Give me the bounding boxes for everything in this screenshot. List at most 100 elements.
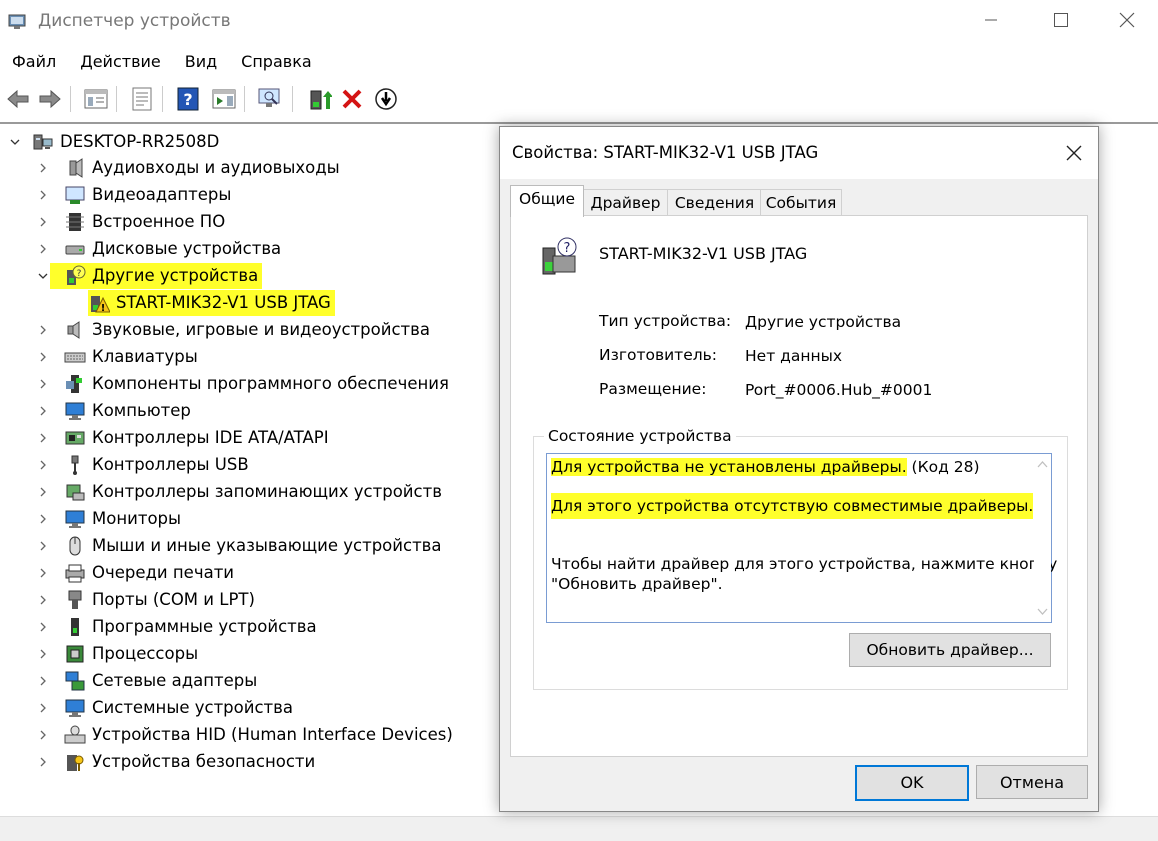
minimize-icon bbox=[985, 19, 997, 21]
chevron-down-icon[interactable] bbox=[8, 135, 22, 149]
device-status-textbox[interactable]: Для устройства не установлены драйверы. … bbox=[546, 453, 1057, 623]
tree-item-label: Контроллеры IDE ATA/ATAPI bbox=[92, 428, 329, 447]
tree-item[interactable]: Процессоры bbox=[36, 640, 198, 667]
tree-item[interactable]: Системные устройства bbox=[36, 694, 293, 721]
manufacturer-label: Изготовитель: bbox=[599, 346, 718, 364]
tree-item[interactable]: Устройства безопасности bbox=[36, 748, 315, 775]
tree-item-label: Видеоадаптеры bbox=[92, 185, 232, 204]
chevron-right-icon[interactable] bbox=[36, 512, 50, 526]
status-line-2: Для этого устройства отсутствую совмести… bbox=[551, 493, 1034, 519]
chevron-right-icon[interactable] bbox=[36, 701, 50, 715]
tree-item-highlight: ! START-MIK32-V1 USB JTAG bbox=[88, 289, 335, 316]
tree-item[interactable]: ! START-MIK32-V1 USB JTAG bbox=[64, 289, 335, 316]
device-status-group: Состояние устройства Для устройства не у… bbox=[533, 427, 1068, 690]
tree-item[interactable]: Мыши и иные указывающие устройства bbox=[36, 532, 442, 559]
display-adapter-icon bbox=[64, 184, 86, 206]
menu-action[interactable]: Действие bbox=[68, 48, 173, 76]
hid-icon bbox=[64, 724, 86, 746]
chevron-right-icon[interactable] bbox=[36, 566, 50, 580]
close-button[interactable] bbox=[1096, 0, 1158, 40]
ok-button[interactable]: OK bbox=[855, 765, 969, 801]
ide-controller-icon bbox=[64, 427, 86, 449]
tree-item[interactable]: Аудиовходы и аудиовыходы bbox=[36, 154, 340, 181]
cancel-button[interactable]: Отмена bbox=[976, 765, 1088, 799]
tab-events[interactable]: События bbox=[760, 189, 842, 216]
ports-icon bbox=[64, 589, 86, 611]
device-status-legend: Состояние устройства bbox=[544, 427, 736, 445]
tree-item[interactable]: Контроллеры USB bbox=[36, 451, 249, 478]
update-driver-button[interactable] bbox=[306, 85, 334, 113]
chevron-right-icon[interactable] bbox=[36, 323, 50, 337]
disable-icon bbox=[375, 88, 397, 110]
chevron-right-icon[interactable] bbox=[36, 377, 50, 391]
tree-item[interactable]: Компьютер bbox=[36, 397, 191, 424]
sound-icon bbox=[64, 319, 86, 341]
chevron-right-icon[interactable] bbox=[36, 215, 50, 229]
device-manager-icon bbox=[8, 14, 26, 29]
tab-general[interactable]: Общие bbox=[510, 185, 584, 217]
dialog-title-bar: Свойства: START-MIK32-V1 USB JTAG bbox=[500, 127, 1098, 179]
maximize-icon bbox=[1054, 13, 1068, 27]
processor-icon bbox=[64, 643, 86, 665]
chevron-right-icon[interactable] bbox=[36, 620, 50, 634]
chevron-right-icon[interactable] bbox=[36, 485, 50, 499]
tree-item[interactable]: Дисковые устройства bbox=[36, 235, 281, 262]
tab-driver[interactable]: Драйвер bbox=[582, 189, 669, 216]
tree-item[interactable]: ? Другие устройства bbox=[36, 262, 263, 289]
forward-button[interactable] bbox=[36, 85, 64, 113]
help-button[interactable]: ? bbox=[174, 85, 202, 113]
show-hide-tree-button[interactable] bbox=[82, 85, 110, 113]
tree-root[interactable]: DESKTOP-RR2508D bbox=[8, 128, 219, 155]
tree-item-label: Системные устройства bbox=[92, 698, 293, 717]
tree-item[interactable]: Клавиатуры bbox=[36, 343, 198, 370]
chevron-right-icon[interactable] bbox=[36, 728, 50, 742]
tree-item[interactable]: Встроенное ПО bbox=[36, 208, 225, 235]
tree-item[interactable]: Очереди печати bbox=[36, 559, 234, 586]
tab-details[interactable]: Сведения bbox=[667, 189, 762, 216]
chevron-right-icon[interactable] bbox=[36, 242, 50, 256]
update-driver-button[interactable]: Обновить драйвер... bbox=[849, 633, 1051, 667]
action-pane-button[interactable] bbox=[210, 85, 238, 113]
storage-controller-icon bbox=[64, 481, 86, 503]
svg-text:?: ? bbox=[183, 90, 192, 109]
chevron-right-icon[interactable] bbox=[36, 674, 50, 688]
chevron-down-icon[interactable] bbox=[36, 269, 50, 283]
status-scrollbar[interactable] bbox=[1034, 454, 1051, 622]
dialog-close-button[interactable] bbox=[1058, 137, 1090, 169]
chevron-right-icon[interactable] bbox=[36, 539, 50, 553]
tree-item[interactable]: Видеоадаптеры bbox=[36, 181, 231, 208]
close-icon bbox=[1066, 145, 1082, 161]
menu-view[interactable]: Вид bbox=[173, 48, 229, 76]
tree-item[interactable]: Звуковые, игровые и видеоустройства bbox=[36, 316, 430, 343]
menu-file[interactable]: Файл bbox=[0, 48, 68, 76]
scan-hardware-button[interactable] bbox=[256, 85, 284, 113]
chevron-right-icon[interactable] bbox=[36, 404, 50, 418]
tree-item[interactable]: Программные устройства bbox=[36, 613, 317, 640]
status-bar bbox=[0, 816, 1158, 841]
chevron-right-icon[interactable] bbox=[36, 458, 50, 472]
tree-item[interactable]: Порты (COM и LPT) bbox=[36, 586, 255, 613]
maximize-button[interactable] bbox=[1030, 0, 1092, 40]
tree-item[interactable]: Мониторы bbox=[36, 505, 181, 532]
status-line-3: Чтобы найти драйвер для этого устройства… bbox=[551, 555, 1058, 573]
minimize-button[interactable] bbox=[960, 0, 1022, 40]
chevron-right-icon[interactable] bbox=[36, 161, 50, 175]
disable-button[interactable] bbox=[372, 85, 400, 113]
chevron-right-icon[interactable] bbox=[36, 647, 50, 661]
chevron-right-icon[interactable] bbox=[36, 188, 50, 202]
chevron-right-icon[interactable] bbox=[36, 593, 50, 607]
uninstall-button[interactable] bbox=[338, 85, 366, 113]
chevron-right-icon[interactable] bbox=[36, 755, 50, 769]
tree-item[interactable]: Контроллеры IDE ATA/ATAPI bbox=[36, 424, 329, 451]
tree-item[interactable]: Компоненты программного обеспечения bbox=[36, 370, 449, 397]
properties-button[interactable] bbox=[128, 85, 156, 113]
chevron-right-icon[interactable] bbox=[36, 431, 50, 445]
back-button[interactable] bbox=[4, 85, 32, 113]
tree-item[interactable]: Контроллеры запоминающих устройств bbox=[36, 478, 442, 505]
tree-item[interactable]: Сетевые адаптеры bbox=[36, 667, 257, 694]
tree-item[interactable]: Устройства HID (Human Interface Devices) bbox=[36, 721, 453, 748]
chevron-right-icon[interactable] bbox=[36, 350, 50, 364]
menu-help[interactable]: Справка bbox=[229, 48, 324, 76]
scroll-down-icon[interactable] bbox=[1034, 603, 1051, 620]
scroll-up-icon[interactable] bbox=[1034, 456, 1051, 473]
